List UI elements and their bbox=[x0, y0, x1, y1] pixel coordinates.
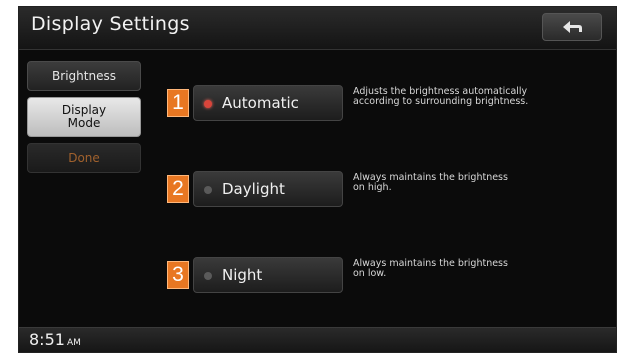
sidebar-item-display-mode[interactable]: Display Mode bbox=[27, 97, 141, 137]
night-mode-button[interactable]: Night bbox=[193, 257, 343, 293]
option-automatic: 1 Automatic Adjusts the brightness autom… bbox=[167, 85, 608, 125]
sidebar-item-label: Brightness bbox=[52, 68, 116, 83]
sidebar-item-brightness[interactable]: Brightness bbox=[27, 61, 141, 91]
callout-number-badge: 1 bbox=[167, 89, 189, 117]
status-bar: 8:51 AM bbox=[19, 327, 616, 352]
option-description: Always maintains the brightness on high. bbox=[353, 172, 508, 193]
done-label: Done bbox=[68, 150, 100, 165]
automatic-mode-button[interactable]: Automatic bbox=[193, 85, 343, 121]
page-title: Display Settings bbox=[31, 13, 190, 35]
option-description: Adjusts the brightness automatically acc… bbox=[353, 86, 529, 107]
option-label: Automatic bbox=[222, 94, 299, 112]
title-bar: Display Settings bbox=[19, 7, 616, 50]
radio-indicator-icon bbox=[204, 186, 212, 194]
back-button[interactable] bbox=[542, 13, 602, 41]
option-daylight: 2 Daylight Always maintains the brightne… bbox=[167, 171, 608, 211]
callout-number-badge: 2 bbox=[167, 175, 189, 203]
option-label: Night bbox=[222, 266, 263, 284]
option-night: 3 Night Always maintains the brightness … bbox=[167, 257, 608, 297]
option-label: Daylight bbox=[222, 180, 285, 198]
done-button[interactable]: Done bbox=[27, 143, 141, 173]
clock[interactable]: 8:51 AM bbox=[29, 330, 81, 349]
callout-number-badge: 3 bbox=[167, 261, 189, 289]
option-description: Always maintains the brightness on low. bbox=[353, 258, 508, 279]
daylight-mode-button[interactable]: Daylight bbox=[193, 171, 343, 207]
sidebar-item-label: Display Mode bbox=[61, 103, 107, 130]
clock-ampm: AM bbox=[66, 338, 81, 348]
radio-indicator-icon bbox=[204, 272, 212, 280]
clock-time: 8:51 bbox=[29, 330, 65, 349]
radio-indicator-icon bbox=[204, 100, 212, 108]
return-arrow-icon bbox=[559, 18, 585, 36]
display-settings-screen: Display Settings Brightness Display Mode… bbox=[18, 6, 617, 353]
sidebar: Brightness Display Mode Done bbox=[27, 61, 141, 179]
